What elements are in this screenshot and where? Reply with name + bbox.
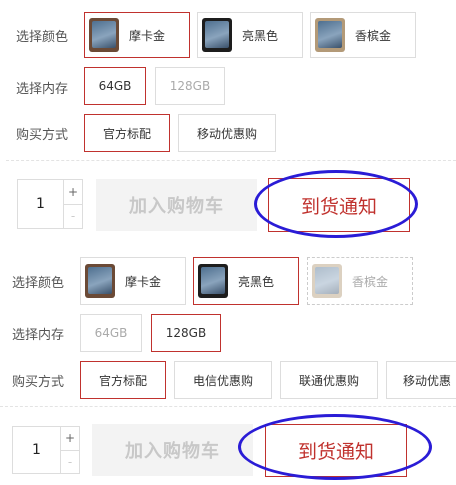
color-option-label: 摩卡金 [125,274,162,289]
arrival-notice-button[interactable]: 到货通知 [268,178,410,232]
color-option-label: 亮黑色 [242,28,279,43]
phone-thumbnail [85,264,115,298]
color-option-champagne-gold[interactable]: 香槟金 [307,257,413,305]
quantity-value[interactable]: 1 [13,427,60,473]
memory-label: 选择内存 [16,82,69,97]
memory-option-128gb[interactable]: 128GB [155,67,225,105]
color-option-label: 香槟金 [355,28,392,43]
memory-option-64gb[interactable]: 64GB [84,67,146,105]
purchase-option-mobile-discount[interactable]: 移动优惠 [386,361,456,399]
color-option-bright-black[interactable]: 亮黑色 [193,257,299,305]
color-option-mocha-gold[interactable]: 摩卡金 [80,257,186,305]
memory-label: 选择内存 [12,328,65,343]
color-option-label: 香槟金 [352,274,389,289]
color-label: 选择颜色 [12,276,65,291]
purchase-option-mobile-discount[interactable]: 移动优惠购 [178,114,276,152]
purchase-option-official[interactable]: 官方标配 [80,361,166,399]
purchase-label: 购买方式 [12,375,65,390]
phone-thumbnail [89,18,119,52]
quantity-value[interactable]: 1 [18,180,63,228]
add-to-cart-button[interactable]: 加入购物车 [96,179,257,231]
memory-option-64gb[interactable]: 64GB [80,314,142,352]
color-option-mocha-gold[interactable]: 摩卡金 [84,12,190,58]
purchase-label: 购买方式 [16,128,69,143]
color-option-champagne-gold[interactable]: 香槟金 [310,12,416,58]
purchase-option-official[interactable]: 官方标配 [84,114,170,152]
quantity-stepper[interactable]: 1 + - [12,426,80,474]
color-option-bright-black[interactable]: 亮黑色 [197,12,303,58]
divider [6,160,456,161]
phone-thumbnail [202,18,232,52]
quantity-decrease-button[interactable]: - [64,203,82,229]
quantity-decrease-button[interactable]: - [61,449,79,474]
color-option-label: 亮黑色 [238,274,275,289]
color-option-label: 摩卡金 [129,28,166,43]
quantity-stepper[interactable]: 1 + - [17,179,83,229]
phone-thumbnail [312,264,342,298]
purchase-option-telecom-discount[interactable]: 电信优惠购 [174,361,272,399]
divider [0,406,456,407]
phone-thumbnail [198,264,228,298]
color-label: 选择颜色 [16,30,69,45]
quantity-increase-button[interactable]: + [64,180,82,204]
phone-thumbnail [315,18,345,52]
quantity-increase-button[interactable]: + [61,427,79,450]
purchase-option-unicom-discount[interactable]: 联通优惠购 [280,361,378,399]
memory-option-128gb[interactable]: 128GB [151,314,221,352]
add-to-cart-button[interactable]: 加入购物车 [92,424,253,476]
arrival-notice-button[interactable]: 到货通知 [265,424,407,477]
